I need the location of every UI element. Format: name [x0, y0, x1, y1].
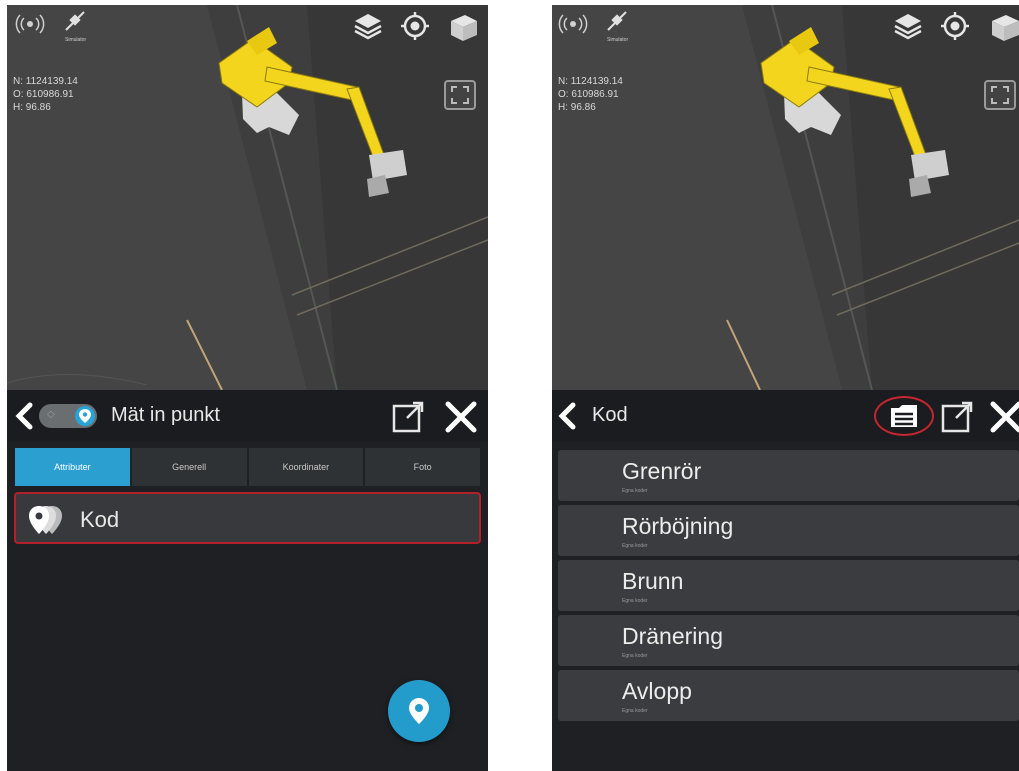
page-title: Mät in punkt	[111, 404, 220, 426]
code-source: Egna koder	[622, 543, 648, 549]
location-pin-icon	[75, 406, 95, 426]
location-pin-icon	[409, 698, 429, 724]
list-item[interactable]: Brunn Egna koder	[558, 560, 1019, 611]
fit-view-button[interactable]	[984, 80, 1016, 110]
code-source: Egna koder	[622, 653, 648, 659]
simulator-label: Simulator	[607, 37, 629, 43]
simulator-label: Simulator	[65, 37, 87, 43]
list-item[interactable]: Grenrör Egna koder	[558, 450, 1019, 501]
list-item[interactable]: Dränering Egna koder	[558, 615, 1019, 666]
code-list: Grenrör Egna koder Rörböjning Egna koder…	[558, 450, 1019, 725]
fit-view-button[interactable]	[444, 80, 476, 110]
easting-text: O: 610986.91	[13, 89, 74, 100]
tab-foto[interactable]: Foto	[365, 448, 480, 486]
panel-header: ◇ Mät in punkt	[7, 390, 488, 442]
gps-signal-icon[interactable]	[15, 13, 45, 35]
list-item[interactable]: Avlopp Egna koder	[558, 670, 1019, 721]
layers-icon[interactable]	[352, 11, 384, 41]
fit-view-icon	[451, 86, 469, 104]
tab-bar: Attributer Generell Koordinater Foto	[15, 448, 480, 486]
open-external-icon[interactable]	[391, 400, 425, 434]
off-glyph-icon: ◇	[47, 409, 55, 420]
northing-text: N: 1124139.14	[558, 76, 623, 87]
map-terrain	[552, 5, 1019, 390]
code-name: Brunn	[622, 568, 684, 594]
back-chevron-icon[interactable]	[556, 402, 578, 430]
height-text: H: 96.86	[13, 102, 51, 113]
code-source: Egna koder	[622, 708, 648, 714]
map-view[interactable]: Simulator N: 1124139.14 O: 610986.91 H: …	[7, 5, 488, 390]
page-title: Kod	[592, 404, 628, 426]
code-name: Grenrör	[622, 458, 702, 484]
back-chevron-icon[interactable]	[13, 402, 35, 430]
attribute-code-row[interactable]: Kod	[14, 492, 481, 544]
easting-text: O: 610986.91	[558, 89, 619, 100]
code-label: Kod	[80, 507, 120, 532]
measure-point-panel: ◇ Mät in punkt Attributer Generell Koord…	[7, 390, 488, 771]
map-terrain	[7, 5, 488, 390]
fit-view-icon	[991, 86, 1009, 104]
code-source: Egna koder	[622, 598, 648, 604]
right-phone-screen: Simulator N: 1124139.14 O: 610986.91 H: …	[552, 5, 1019, 771]
point-mode-toggle[interactable]: ◇	[39, 404, 97, 428]
measure-point-fab[interactable]	[388, 680, 450, 742]
map-view[interactable]: Simulator N: 1124139.14 O: 610986.91 H: …	[552, 5, 1019, 390]
locate-icon[interactable]	[400, 11, 430, 41]
close-icon[interactable]	[444, 400, 478, 434]
layers-icon[interactable]	[892, 11, 924, 41]
tab-attributer[interactable]: Attributer	[15, 448, 130, 486]
tab-koordinater[interactable]: Koordinater	[248, 448, 364, 486]
code-source: Egna koder	[622, 488, 648, 494]
northing-text: N: 1124139.14	[13, 76, 78, 87]
gps-signal-icon[interactable]	[558, 13, 588, 35]
left-phone-screen: Simulator N: 1124139.14 O: 610986.91 H: …	[7, 5, 488, 771]
folder-list-icon	[891, 405, 917, 427]
coordinate-readout: N: 1124139.14 O: 610986.91 H: 96.86	[558, 75, 623, 114]
3d-view-icon[interactable]	[988, 11, 1019, 43]
open-external-icon[interactable]	[940, 400, 974, 434]
tab-generell[interactable]: Generell	[131, 448, 247, 486]
code-picker-panel: Kod Grenrör Egna koder Rörböjning Egna k…	[552, 390, 1019, 771]
multi-pin-icon	[29, 506, 62, 534]
coordinate-readout: N: 1124139.14 O: 610986.91 H: 96.86	[13, 75, 78, 114]
height-text: H: 96.86	[558, 102, 596, 113]
locate-icon[interactable]	[940, 11, 970, 41]
code-name: Rörböjning	[622, 513, 734, 539]
satellite-icon[interactable]	[604, 8, 630, 34]
code-library-button[interactable]	[874, 396, 934, 436]
code-name: Dränering	[622, 623, 723, 649]
list-item[interactable]: Rörböjning Egna koder	[558, 505, 1019, 556]
code-name: Avlopp	[622, 678, 692, 704]
panel-header: Kod	[552, 390, 1019, 442]
satellite-icon[interactable]	[62, 8, 88, 34]
3d-view-icon[interactable]	[447, 11, 481, 43]
close-icon[interactable]	[989, 400, 1019, 434]
